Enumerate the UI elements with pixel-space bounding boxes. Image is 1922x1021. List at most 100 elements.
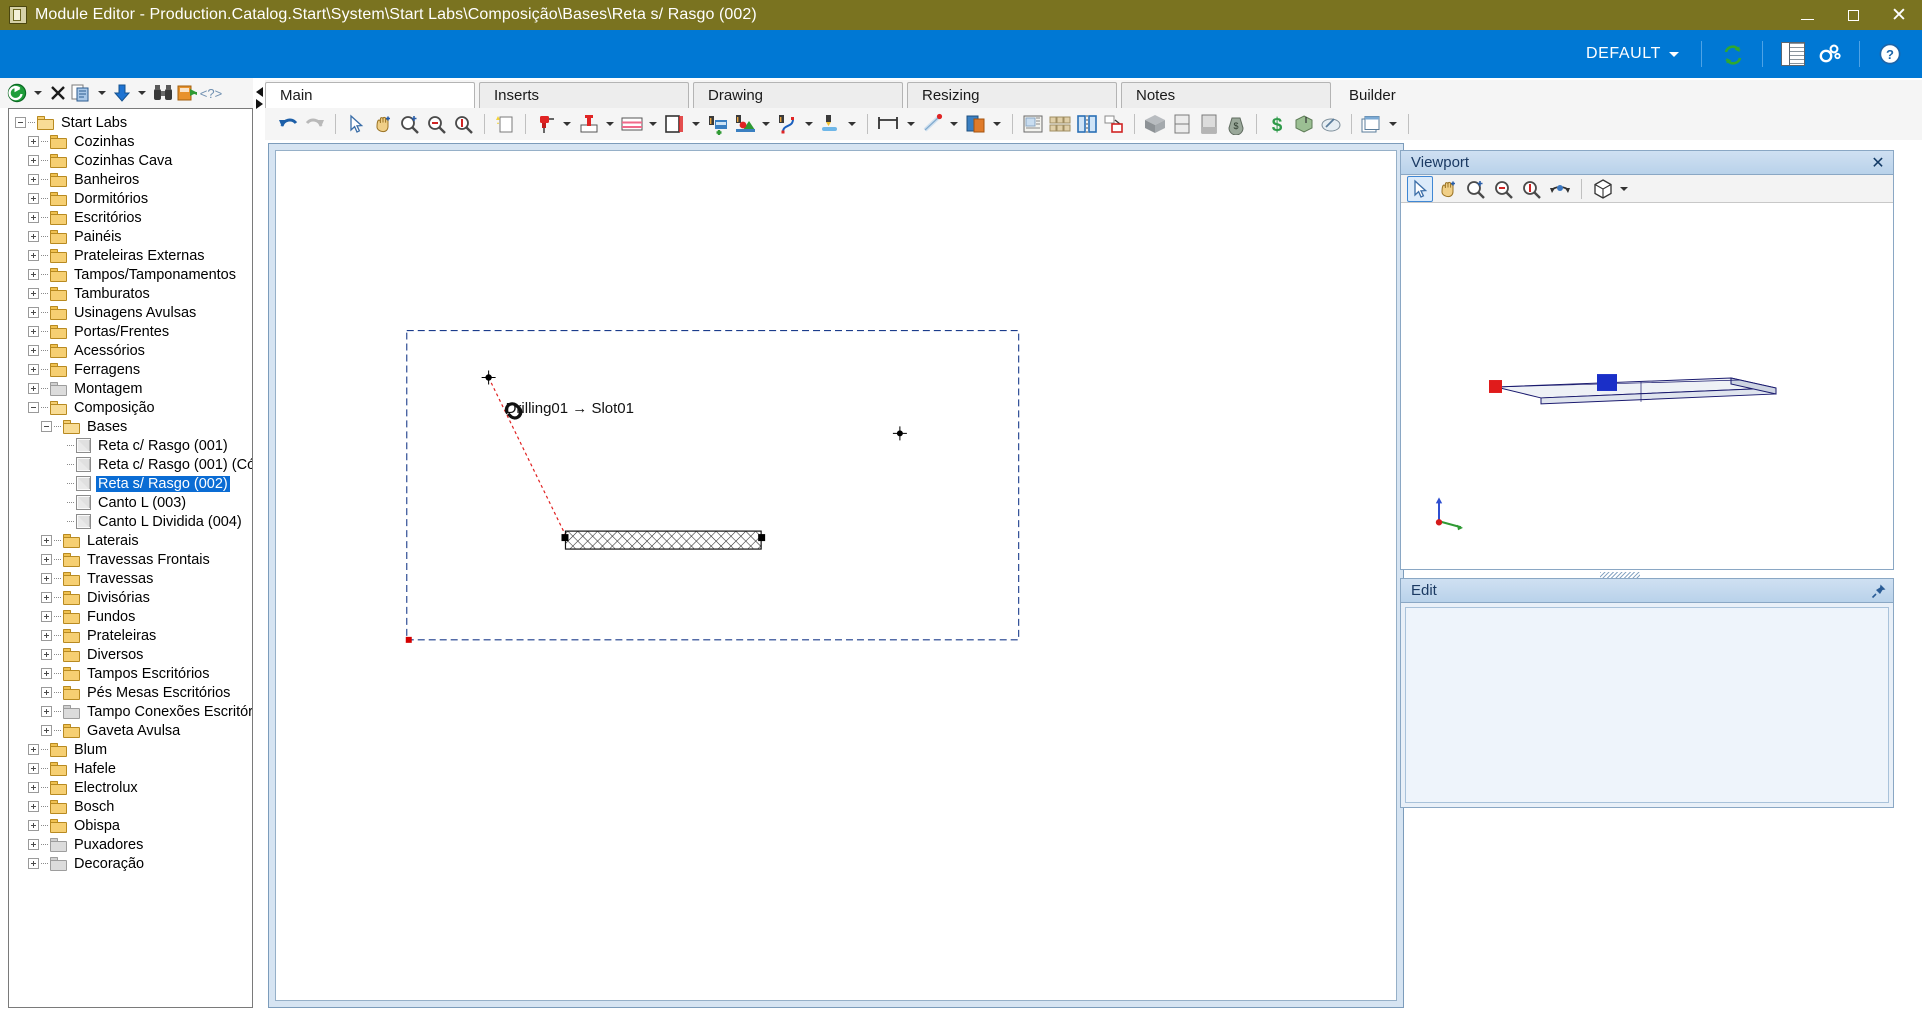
- material-swap-button[interactable]: [963, 111, 989, 137]
- expand-plus-icon[interactable]: [28, 383, 39, 394]
- undo-button[interactable]: [275, 111, 301, 137]
- panel-solid-button[interactable]: [1196, 111, 1222, 137]
- tab-inserts[interactable]: Inserts: [479, 82, 689, 108]
- price-button[interactable]: $: [1264, 111, 1290, 137]
- expand-plus-icon[interactable]: [28, 839, 39, 850]
- tree-item-p-s-mesas-escrit-rios[interactable]: Pés Mesas Escritórios: [15, 683, 252, 702]
- tree-item-pain-is[interactable]: Painéis: [15, 227, 252, 246]
- expand-plus-icon[interactable]: [28, 155, 39, 166]
- drawing-canvas[interactable]: Drilling01 → Slot01: [275, 150, 1397, 1001]
- expand-plus-icon[interactable]: [28, 345, 39, 356]
- groove-group[interactable]: [619, 111, 661, 137]
- drawing-canvas-area[interactable]: Drilling01 → Slot01: [268, 143, 1404, 1008]
- tree-item-montagem[interactable]: Montagem: [15, 379, 252, 398]
- properties-panel-button[interactable]: [1775, 37, 1811, 71]
- viewport-zoom-out-button[interactable]: [1491, 176, 1517, 202]
- chevron-down-icon[interactable]: [993, 122, 1001, 126]
- expand-plus-icon[interactable]: [41, 725, 52, 736]
- box-3d-button[interactable]: [1142, 111, 1168, 137]
- chevron-down-icon[interactable]: [563, 122, 571, 126]
- zoom-window-button[interactable]: [397, 111, 423, 137]
- shape-machining-button[interactable]: [732, 111, 758, 137]
- tree-item-travessas-frontais[interactable]: Travessas Frontais: [15, 550, 252, 569]
- expand-plus-icon[interactable]: [28, 763, 39, 774]
- tree-item-tampos-escrit-rios[interactable]: Tampos Escritórios: [15, 664, 252, 683]
- dimension-button[interactable]: [875, 111, 903, 137]
- copy-button[interactable]: [70, 81, 92, 105]
- tree-item-reta-c-rasgo-001[interactable]: Reta c/ Rasgo (001): [15, 436, 252, 455]
- tree-item-prateleiras-externas[interactable]: Prateleiras Externas: [15, 246, 252, 265]
- tree-item-composi-o[interactable]: Composição: [15, 398, 252, 417]
- settings-button[interactable]: [1811, 37, 1847, 71]
- tree-item-banheiros[interactable]: Banheiros: [15, 170, 252, 189]
- panel-split-button[interactable]: [1169, 111, 1195, 137]
- chevron-down-icon[interactable]: [34, 91, 42, 95]
- view-cube-group[interactable]: [1590, 176, 1632, 202]
- tree-item-reta-s-rasgo-002[interactable]: Reta s/ Rasgo (002): [15, 474, 252, 493]
- tree-item-bosch[interactable]: Bosch: [15, 797, 252, 816]
- back-navigate-button[interactable]: [6, 81, 28, 105]
- tree-item-tamburatos[interactable]: Tamburatos: [15, 284, 252, 303]
- expand-plus-icon[interactable]: [28, 193, 39, 204]
- nesting-grid-button[interactable]: [1047, 111, 1073, 137]
- close-icon[interactable]: ✕: [1869, 154, 1887, 172]
- tree-item-cozinhas[interactable]: Cozinhas: [15, 132, 252, 151]
- tree-item-ferragens[interactable]: Ferragens: [15, 360, 252, 379]
- windows-cascade-button[interactable]: [1359, 111, 1385, 137]
- expand-plus-icon[interactable]: [41, 611, 52, 622]
- collapse-minus-icon[interactable]: [15, 117, 26, 128]
- line-measure-group[interactable]: [920, 111, 962, 137]
- tree-item-dormit-rios[interactable]: Dormitórios: [15, 189, 252, 208]
- insert-dowel-group[interactable]: [576, 111, 618, 137]
- minimize-button[interactable]: [1784, 0, 1830, 30]
- expand-plus-icon[interactable]: [41, 668, 52, 679]
- collapse-minus-icon[interactable]: [28, 402, 39, 413]
- catalog-tree-panel[interactable]: Start Labs Cozinhas Cozinhas Cava Banheiros…: [8, 108, 253, 1008]
- refresh-button[interactable]: [1714, 37, 1750, 71]
- expand-plus-icon[interactable]: [41, 687, 52, 698]
- expand-plus-icon[interactable]: [28, 136, 39, 147]
- drill-tool-button[interactable]: [533, 111, 559, 137]
- weight-bag-button[interactable]: $: [1223, 111, 1249, 137]
- shape-machining-group[interactable]: [732, 111, 774, 137]
- dimension-group[interactable]: [875, 111, 919, 137]
- line-measure-button[interactable]: [920, 111, 946, 137]
- catalog-tree[interactable]: Start Labs Cozinhas Cozinhas Cava Banheiros…: [9, 109, 252, 873]
- close-button[interactable]: ✕: [1876, 0, 1922, 30]
- chevron-down-icon[interactable]: [950, 122, 958, 126]
- zoom-actual-button[interactable]: [451, 111, 477, 137]
- download-button[interactable]: [112, 81, 132, 105]
- chevron-down-icon[interactable]: [606, 122, 614, 126]
- bevel-machining-group[interactable]: [818, 111, 860, 137]
- tree-item-travessas[interactable]: Travessas: [15, 569, 252, 588]
- expand-plus-icon[interactable]: [41, 573, 52, 584]
- paint-volume-button[interactable]: [1291, 111, 1317, 137]
- expand-plus-icon[interactable]: [28, 744, 39, 755]
- add-machining-button[interactable]: [705, 111, 731, 137]
- copy-shape-button[interactable]: [1101, 111, 1127, 137]
- viewport-pan-button[interactable]: [1435, 176, 1461, 202]
- pan-button[interactable]: [370, 111, 396, 137]
- material-swap-group[interactable]: [963, 111, 1005, 137]
- expand-plus-icon[interactable]: [28, 269, 39, 280]
- expand-plus-icon[interactable]: [41, 706, 52, 717]
- expand-plus-icon[interactable]: [28, 801, 39, 812]
- expand-plus-icon[interactable]: [28, 364, 39, 375]
- chevron-down-icon[interactable]: [1620, 186, 1628, 191]
- expand-plus-icon[interactable]: [28, 231, 39, 242]
- code-button[interactable]: <?>: [200, 81, 222, 105]
- expand-plus-icon[interactable]: [28, 307, 39, 318]
- find-button[interactable]: [152, 81, 174, 105]
- chevron-down-icon[interactable]: [805, 122, 813, 126]
- tab-builder[interactable]: Builder: [1335, 82, 1545, 108]
- view-cube-button[interactable]: [1590, 176, 1616, 202]
- expand-plus-icon[interactable]: [28, 820, 39, 831]
- edge-band-button[interactable]: [662, 111, 688, 137]
- tab-drawing[interactable]: Drawing: [693, 82, 903, 108]
- viewport-zoom-window-button[interactable]: [1463, 176, 1489, 202]
- expand-plus-icon[interactable]: [41, 630, 52, 641]
- tab-resizing[interactable]: Resizing: [907, 82, 1117, 108]
- drill-tool-group[interactable]: [533, 111, 575, 137]
- chevron-down-icon[interactable]: [762, 122, 770, 126]
- preview-button[interactable]: [1318, 111, 1344, 137]
